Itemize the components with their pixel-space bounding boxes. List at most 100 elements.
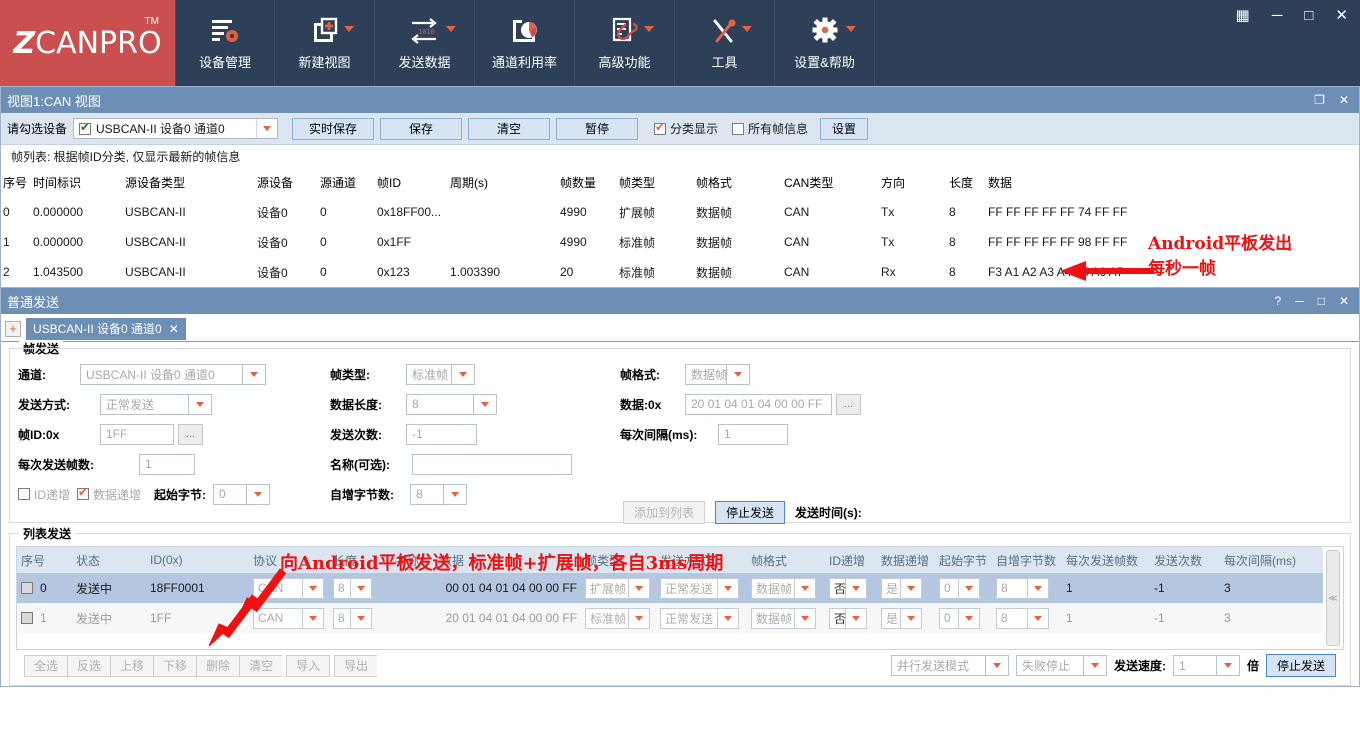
frame-format-combo[interactable]: 数据帧 — [685, 363, 750, 385]
chevron-down-icon[interactable] — [351, 577, 372, 599]
cell-id-inc[interactable]: 否 — [829, 607, 846, 629]
name-optional-input[interactable] — [412, 453, 572, 475]
interval-input[interactable]: 1 — [718, 423, 788, 445]
close-icon[interactable]: ✕ — [169, 322, 179, 336]
data-hex-input[interactable]: 20 01 04 01 04 00 00 FF — [685, 393, 832, 415]
chevron-down-icon[interactable] — [247, 483, 271, 505]
settings-button[interactable]: 设置 — [820, 117, 869, 140]
chevron-down-icon[interactable] — [1028, 577, 1049, 599]
move-down-button[interactable]: 下移 — [153, 654, 197, 677]
maximize-button[interactable]: □ — [1304, 8, 1313, 23]
parallel-mode-combo[interactable]: 并行发送模式 — [890, 655, 1009, 676]
move-up-button[interactable]: 上移 — [110, 654, 154, 677]
chevron-down-icon[interactable] — [846, 577, 867, 599]
invert-selection-button[interactable]: 反选 — [67, 654, 111, 677]
chevron-down-icon[interactable] — [243, 363, 266, 385]
list-table-scrollbar[interactable]: ≪ — [1326, 550, 1340, 646]
close-icon[interactable]: ✕ — [1339, 294, 1349, 308]
cell-auto-inc-bytes[interactable]: 8 — [996, 607, 1028, 629]
cell-send-mode[interactable]: 正常发送 — [660, 577, 718, 599]
device-select-combo[interactable]: USBCAN-II 设备0 通道0 — [73, 118, 279, 139]
fail-stop-combo[interactable]: 失败停止 — [1015, 655, 1107, 676]
chevron-down-icon[interactable] — [846, 26, 856, 32]
ribbon-item-channel-usage[interactable]: 通道利用率 — [475, 0, 575, 86]
chevron-down-icon[interactable] — [644, 26, 654, 32]
select-all-button[interactable]: 全选 — [24, 654, 68, 677]
data-length-combo[interactable]: 8 — [406, 393, 497, 415]
id-increment-checkbox[interactable]: ID递增 — [18, 486, 70, 503]
ribbon-item-settings-help[interactable]: 设置&帮助 — [775, 0, 875, 86]
list-stop-send-button[interactable]: 停止发送 — [1265, 654, 1336, 677]
cell-auto-inc-bytes[interactable]: 8 — [996, 577, 1028, 599]
cell-send-mode[interactable]: 正常发送 — [660, 607, 718, 629]
cell-length[interactable]: 8 — [333, 577, 351, 599]
ribbon-item-tools[interactable]: 工具 — [675, 0, 775, 86]
classify-display-checkbox[interactable]: 分类显示 — [654, 120, 718, 137]
add-tab-button[interactable]: + — [5, 320, 21, 337]
chevron-down-icon[interactable] — [742, 26, 752, 32]
chevron-down-icon[interactable] — [795, 577, 816, 599]
row-checkbox[interactable] — [21, 612, 33, 624]
chevron-down-icon[interactable] — [1083, 655, 1107, 676]
frame-id-browse-button[interactable]: ... — [178, 423, 203, 445]
chevron-down-icon[interactable] — [959, 577, 980, 599]
chevron-down-icon[interactable] — [1028, 607, 1049, 629]
chevron-down-icon[interactable] — [444, 483, 467, 505]
clear-button[interactable]: 清空 — [468, 117, 551, 140]
chevron-down-icon[interactable] — [344, 26, 354, 32]
chevron-down-icon[interactable] — [718, 577, 739, 599]
chevron-down-icon[interactable] — [901, 607, 922, 629]
chevron-down-icon[interactable] — [351, 607, 372, 629]
cell-frame-type[interactable]: 标准帧 — [585, 607, 629, 629]
table-row[interactable]: 2 1.043500 USBCAN-II 设备0 0 0x123 1.00339… — [1, 257, 1359, 287]
cell-frame-type[interactable]: 扩展帧 — [585, 577, 629, 599]
ribbon-item-new-view[interactable]: 新建视图 — [275, 0, 375, 86]
chevron-down-icon[interactable] — [985, 655, 1009, 676]
row-checkbox[interactable] — [21, 582, 33, 594]
table-row[interactable]: 0 0.000000 USBCAN-II 设备0 0 0x18FF00... 4… — [1, 197, 1359, 227]
help-icon[interactable]: ? — [1274, 294, 1281, 308]
close-button[interactable]: ✕ — [1335, 8, 1348, 23]
chevron-down-icon[interactable] — [446, 26, 456, 32]
chevron-down-icon[interactable] — [727, 363, 750, 385]
data-increment-checkbox[interactable]: 数据递增 — [77, 485, 141, 503]
frame-id-input[interactable]: 1FF — [100, 423, 174, 445]
all-frames-checkbox[interactable]: 所有帧信息 — [732, 120, 808, 137]
cell-start-byte[interactable]: 0 — [939, 577, 959, 599]
grid-view-icon[interactable]: ▦ — [1236, 8, 1250, 23]
start-byte-combo[interactable]: 0 — [213, 483, 271, 505]
import-button[interactable]: 导入 — [286, 654, 331, 677]
cell-data-inc[interactable]: 是 — [881, 607, 901, 629]
cell-data-inc[interactable]: 是 — [881, 577, 901, 599]
cell-frame-format[interactable]: 数据帧 — [751, 577, 795, 599]
device-checkbox[interactable] — [79, 120, 92, 135]
send-mode-combo[interactable]: 正常发送 — [100, 393, 212, 415]
cell-id-inc[interactable]: 否 — [829, 577, 846, 599]
cell-length[interactable]: 8 — [333, 607, 351, 629]
cell-start-byte[interactable]: 0 — [939, 607, 959, 629]
maximize-icon[interactable]: □ — [1318, 294, 1325, 308]
data-browse-button[interactable]: ... — [836, 393, 861, 415]
ribbon-item-advanced[interactable]: 高级功能 — [575, 0, 675, 86]
table-row[interactable]: 1 0.000000 USBCAN-II 设备0 0 0x1FF 4990 标准… — [1, 227, 1359, 257]
add-to-list-button[interactable]: 添加到列表 — [623, 501, 706, 524]
chevron-down-icon[interactable] — [1216, 655, 1240, 676]
delete-button[interactable]: 删除 — [196, 654, 240, 677]
chevron-down-icon[interactable] — [256, 119, 278, 138]
clear-button[interactable]: 清空 — [239, 654, 283, 677]
chevron-down-icon[interactable] — [718, 607, 739, 629]
cell-frame-format[interactable]: 数据帧 — [751, 607, 795, 629]
save-button[interactable]: 保存 — [380, 117, 463, 140]
chevron-down-icon[interactable] — [452, 363, 475, 385]
auto-inc-bytes-combo[interactable]: 8 — [410, 483, 467, 505]
pause-button[interactable]: 暂停 — [556, 117, 639, 140]
send-speed-combo[interactable]: 1 — [1172, 655, 1240, 676]
ribbon-item-send-data[interactable]: 1010 发送数据 — [375, 0, 475, 86]
ribbon-item-device-management[interactable]: 设备管理 — [175, 0, 275, 86]
tab-usbcan-channel0[interactable]: USBCAN-II 设备0 通道0 ✕ — [26, 317, 186, 340]
chevron-down-icon[interactable] — [189, 393, 212, 415]
chevron-down-icon[interactable] — [629, 607, 650, 629]
restore-icon[interactable]: ❐ — [1314, 93, 1325, 107]
chevron-down-icon[interactable] — [629, 577, 650, 599]
chevron-down-icon[interactable] — [795, 607, 816, 629]
